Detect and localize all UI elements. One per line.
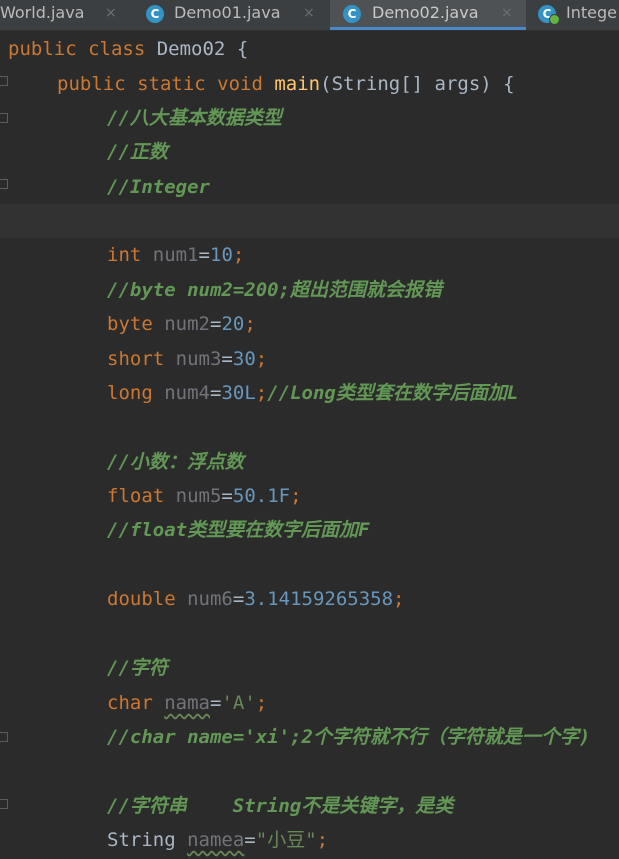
operator: = (244, 829, 256, 851)
string-literal: "小豆" (255, 829, 317, 851)
semicolon: ; (255, 382, 268, 404)
code-comment: //正数 (107, 141, 168, 163)
code-comment: //byte num2=200;超出范围就会报错 (107, 279, 443, 301)
type-keyword: double (107, 588, 176, 610)
fold-icon[interactable] (0, 732, 8, 742)
library-class-badge-icon (549, 14, 560, 25)
number-literal: 3.14159265358 (244, 588, 394, 610)
operator: = (221, 348, 233, 370)
code-comment: //char name='xi';2个字符就不行（字符就是一个字) (107, 726, 591, 748)
type-name: String (107, 829, 176, 851)
variable-name: num5 (175, 485, 222, 507)
number-literal: 30 (232, 348, 256, 370)
java-class-icon: C (146, 5, 164, 23)
brace: { (236, 38, 249, 60)
code-line-short: short num3=30; (107, 342, 267, 376)
tab-label: Demo01.java (174, 3, 281, 22)
variable-name: namea (187, 829, 245, 851)
semicolon: ; (393, 588, 405, 610)
keyword: public class (8, 38, 146, 60)
fold-icon[interactable] (0, 799, 8, 809)
code-line-main-declaration: public static void main(String[] args) { (57, 67, 515, 101)
type-keyword: char (107, 692, 153, 714)
type-keyword: int (107, 244, 142, 266)
code-comment: //字符 (107, 657, 168, 679)
semicolon: ; (232, 244, 245, 266)
code-comment: //字符串 String不是关键字，是类 (107, 795, 454, 817)
type-keyword: byte (107, 313, 153, 335)
code-line-double: double num6=3.14159265358; (107, 582, 404, 616)
code-line-string: String namea="小豆"; (107, 823, 328, 857)
char-literal: 'A' (221, 692, 256, 714)
semicolon: ; (255, 348, 268, 370)
tab-label: Demo02.java (372, 3, 479, 22)
variable-name: num1 (152, 244, 199, 266)
operator: = (198, 244, 210, 266)
operator: = (232, 588, 245, 610)
fold-icon[interactable] (0, 113, 8, 123)
operator: = (209, 382, 222, 404)
code-comment: //小数：浮点数 (107, 451, 244, 473)
method-params: (String[] args) { (320, 73, 515, 95)
semicolon: ; (255, 692, 268, 714)
semicolon: ; (290, 485, 302, 507)
type-keyword: short (107, 348, 165, 370)
close-icon[interactable]: × (105, 0, 117, 26)
code-editor[interactable]: public class Demo02 { public static void… (0, 31, 619, 859)
code-line-char: char nama='A'; (107, 686, 267, 720)
code-comment: //Long类型套在数字后面加L (267, 382, 519, 404)
variable-name: nama (164, 692, 210, 714)
keyword: public static void (57, 73, 263, 95)
variable-name: num3 (175, 348, 222, 370)
close-icon[interactable]: × (303, 0, 315, 26)
code-comment: //float类型要在数字后面加F (107, 519, 370, 541)
number-literal: 30L (221, 382, 256, 404)
variable-name: num4 (164, 382, 210, 404)
code-line-class-declaration: public class Demo02 { (8, 32, 248, 66)
code-line-long: long num4=30L;//Long类型套在数字后面加L (107, 376, 518, 410)
semicolon: ; (316, 829, 329, 851)
java-class-icon: C (343, 5, 361, 23)
class-name: Demo02 (156, 38, 226, 60)
tab-demo01-java[interactable]: C Demo01.java × (134, 0, 330, 30)
number-literal: 50.1F (232, 485, 291, 507)
current-line-highlight (0, 204, 619, 238)
method-name: main (274, 73, 321, 95)
code-line-int: int num1=10; (107, 238, 244, 272)
type-keyword: float (107, 485, 165, 507)
variable-name: num6 (187, 588, 233, 610)
code-comment: //Integer (107, 176, 210, 198)
tab-integer[interactable]: C Intege (527, 0, 619, 30)
code-comment: //八大基本数据类型 (107, 107, 282, 129)
variable-name: num2 (164, 313, 210, 335)
code-line-byte: byte num2=20; (107, 307, 256, 341)
code-line-float: float num5=50.1F; (107, 479, 302, 513)
semicolon: ; (244, 313, 256, 335)
tab-label: World.java (0, 3, 85, 22)
number-literal: 10 (210, 244, 233, 266)
operator: = (209, 313, 222, 335)
tab-label: Intege (566, 3, 617, 22)
number-literal: 20 (221, 313, 245, 335)
tab-demo02-java[interactable]: C Demo02.java × (330, 0, 526, 30)
close-icon[interactable]: × (501, 0, 513, 26)
type-keyword: long (107, 382, 153, 404)
editor-tab-bar: World.java × C Demo01.java × C Demo02.ja… (0, 0, 619, 31)
fold-icon[interactable] (0, 76, 8, 86)
operator: = (221, 485, 233, 507)
tab-world-java[interactable]: World.java × (0, 0, 128, 30)
operator: = (209, 692, 222, 714)
fold-icon[interactable] (0, 179, 8, 189)
